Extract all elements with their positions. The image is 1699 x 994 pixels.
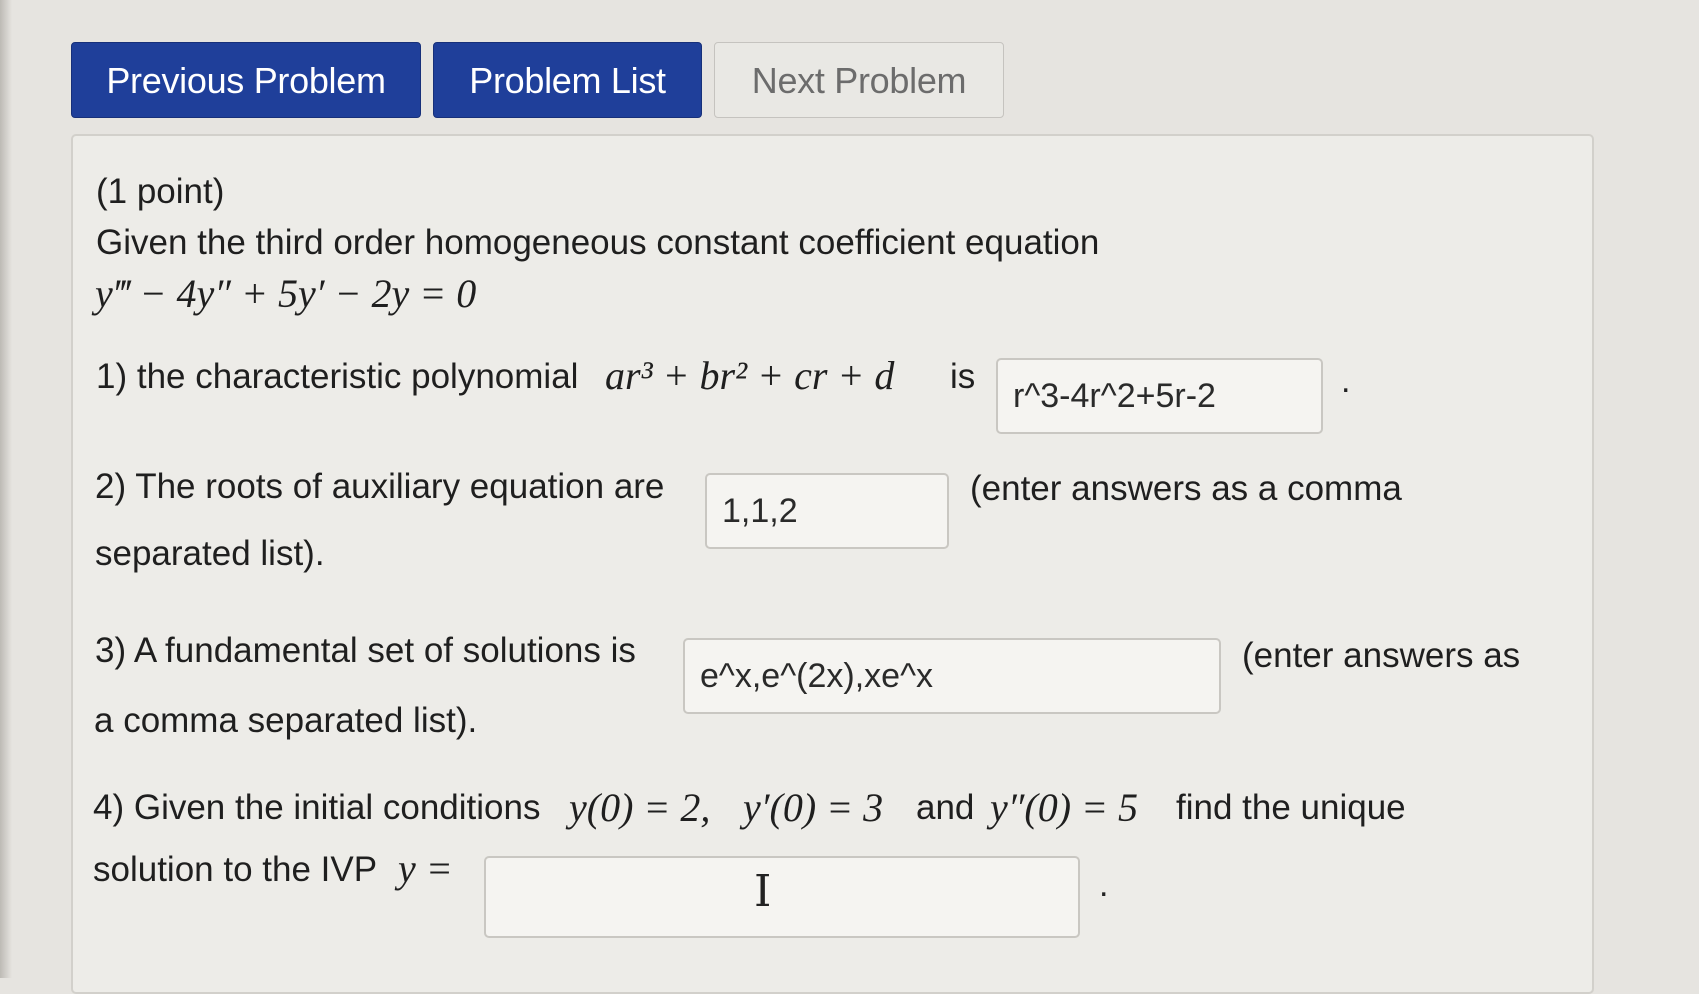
q4-trailing-period: . [1099, 866, 1109, 904]
previous-problem-button[interactable]: Previous Problem [71, 42, 421, 118]
q2-suffix-line2: separated list). [95, 534, 325, 573]
q4-condition-1: y(0) = 2, [569, 785, 711, 830]
ivp-solution-input[interactable] [484, 856, 1080, 938]
problem-list-button[interactable]: Problem List [433, 42, 702, 118]
q1-is-label: is [950, 357, 976, 396]
q4-condition-2: y′(0) = 3 [743, 785, 884, 830]
screen-edge-shadow [0, 0, 12, 978]
q4-y-equals: y = [398, 846, 453, 891]
q3-prefix: 3) A fundamental set of solutions is [95, 631, 636, 670]
problem-intro: Given the third order homogeneous consta… [96, 223, 1100, 262]
problem-equation: y‴ − 4y″ + 5y′ − 2y = 0 [95, 271, 477, 316]
q4-condition-3: y″(0) = 5 [990, 785, 1139, 830]
q4-text-b: and [916, 788, 975, 827]
next-problem-button[interactable]: Next Problem [714, 42, 1004, 118]
problem-panel: (1 point) Given the third order homogene… [71, 134, 1594, 994]
q2-suffix-line1: (enter answers as a comma [970, 469, 1402, 508]
fundamental-set-input[interactable]: e^x,e^(2x),xe^x [683, 638, 1221, 714]
problem-points: (1 point) [96, 172, 225, 211]
q1-polynomial: ar³ + br² + cr + d [605, 353, 895, 398]
roots-input[interactable]: 1,1,2 [705, 473, 949, 549]
q3-suffix-line2: a comma separated list). [94, 701, 478, 740]
q4-text-line2: solution to the IVP [93, 850, 378, 889]
text-cursor-icon: I [754, 866, 772, 917]
q1-trailing-period: . [1341, 362, 1351, 400]
q1-prefix: 1) the characteristic polynomial [96, 357, 579, 396]
q4-text-c: find the unique [1176, 788, 1406, 827]
q2-prefix: 2) The roots of auxiliary equation are [95, 467, 665, 506]
characteristic-polynomial-input[interactable]: r^3-4r^2+5r-2 [996, 358, 1323, 434]
q3-suffix-line1: (enter answers as [1242, 636, 1521, 675]
q4-text-a: 4) Given the initial conditions [93, 788, 541, 827]
